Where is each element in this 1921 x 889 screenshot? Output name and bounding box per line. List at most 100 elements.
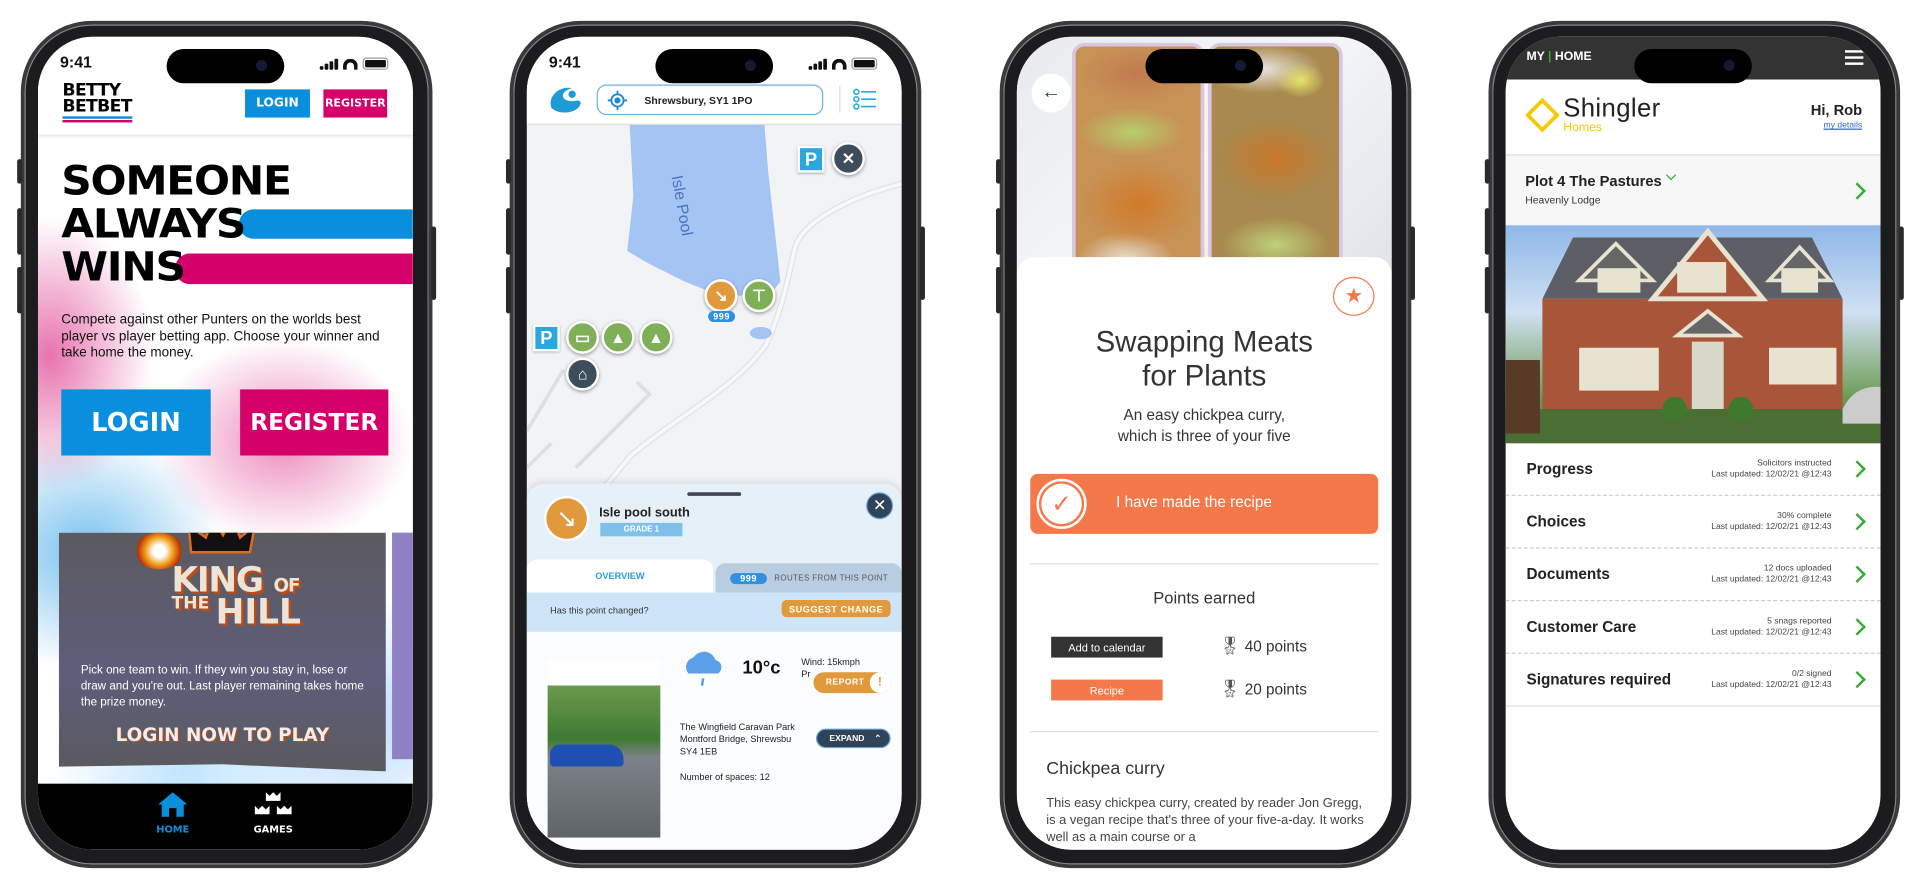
car-in-photo [550, 744, 624, 767]
map-view[interactable]: Isle Pool P ✕ ↘ 999 ⊤ P ▭ ▲ ▲ ⌂ [526, 124, 902, 493]
row-updated: Last updated: 12/02/21 @12:43 [1711, 522, 1832, 532]
nav-games[interactable]: GAMES [249, 791, 298, 835]
chevron-right-icon[interactable] [1848, 670, 1866, 689]
suggest-change-button[interactable]: SUGGEST CHANGE [781, 600, 891, 618]
made-recipe-button[interactable]: ✓ I have made the recipe [1030, 473, 1379, 534]
alert-icon: ! [869, 672, 891, 694]
points-value: 20 points [1244, 680, 1307, 698]
parking-marker[interactable]: P [532, 324, 560, 352]
home-icon [158, 792, 188, 817]
header-login-button[interactable]: LOGIN [245, 89, 310, 118]
game-title-the: THE [171, 593, 210, 614]
chevron-down-icon[interactable] [1665, 169, 1677, 181]
chevron-right-icon[interactable] [1848, 618, 1866, 636]
row-documents[interactable]: Documents 12 docs uploaded Last updated: 1… [1505, 549, 1881, 602]
launch-point-marker[interactable]: ↘ [704, 279, 738, 313]
changing-room-marker[interactable]: ⌂ [565, 357, 600, 391]
title-line: Swapping Meats [1095, 325, 1313, 359]
row-updated: Last updated: 12/02/21 @12:43 [1711, 575, 1832, 585]
number-of-spaces: Number of spaces: 12 [679, 771, 770, 783]
recipe-subtitle: An easy chickpea curry, which is three of… [1017, 405, 1392, 447]
brand-sub: Homes [1563, 121, 1603, 135]
report-label: REPORT [825, 678, 865, 687]
expand-button[interactable]: EXPAND ⌃ [815, 728, 891, 749]
headline: SOMEONE ALWAYS WINS [61, 159, 292, 291]
location-text: Shrewsbury, SY1 1PO [644, 93, 753, 106]
row-status-text: 12 docs uploaded [1763, 564, 1832, 574]
caravan-marker[interactable]: ▭ [565, 320, 600, 354]
hamburger-menu-icon[interactable] [1845, 50, 1864, 65]
login-button[interactable]: LOGIN [61, 389, 211, 456]
back-arrow-icon[interactable]: ← [1031, 73, 1071, 113]
restaurant-marker[interactable]: ✕ [831, 142, 865, 176]
row-customer-care[interactable]: Customer Care 5 snags reported Last update… [1505, 601, 1881, 654]
signal-icon [808, 58, 827, 70]
row-choices[interactable]: Choices 30% complete Last updated: 12/02/2… [1505, 496, 1881, 549]
row-updated: Last updated: 12/02/21 @12:43 [1711, 470, 1832, 479]
grade-badge: GRADE 1 [600, 522, 683, 537]
chevron-right-icon[interactable] [1848, 460, 1866, 478]
row-status-text: 0/2 signed [1791, 669, 1832, 679]
recipe-description: This easy chickpea curry, created by rea… [1046, 795, 1364, 845]
tab-routes[interactable]: 999 ROUTES FROM THIS POINT [715, 563, 902, 593]
address-line: Montford Bridge, Shrewsbu [679, 733, 792, 745]
status-icons [319, 57, 389, 70]
plot-selector[interactable]: Plot 4 The Pastures Heavenly Lodge [1505, 155, 1881, 226]
register-button[interactable]: REGISTER [240, 389, 389, 456]
game-description: Pick one team to win. If they win you st… [80, 663, 364, 709]
add-to-calendar-tag[interactable]: Add to calendar [1051, 636, 1163, 658]
brand-name: Shingler [1563, 94, 1661, 123]
row-updated: Last updated: 12/02/21 @12:43 [1711, 628, 1832, 637]
app-logo-wave-icon [550, 87, 581, 113]
favourite-star-icon[interactable]: ★ [1332, 276, 1375, 316]
nav-home[interactable]: HOME [154, 791, 191, 835]
headline-line: WINS [61, 242, 186, 291]
chevron-right-icon[interactable] [1848, 182, 1866, 200]
expand-label: EXPAND [829, 734, 865, 743]
row-signatures[interactable]: Signatures required 0/2 signed Last update… [1505, 654, 1881, 707]
headline-line: ALWAYS [61, 199, 246, 248]
row-status-text: 30% complete [1777, 511, 1832, 521]
wifi-icon [831, 58, 847, 70]
close-icon[interactable]: ✕ [866, 492, 894, 520]
sheet-drag-handle[interactable] [687, 492, 742, 496]
recipe-tag[interactable]: Recipe [1051, 679, 1163, 701]
points-value: 40 points [1244, 637, 1307, 656]
chevron-right-icon[interactable] [1848, 512, 1866, 531]
tab-overview[interactable]: OVERVIEW [526, 559, 714, 593]
brand-header: Shingler Homes Hi, Rob my details [1505, 79, 1881, 156]
launch-point-icon: ↘ [543, 495, 590, 542]
report-button[interactable]: REPORT! [813, 672, 891, 694]
row-status: 5 snags reported Last updated: 12/02/21 @… [1711, 616, 1831, 638]
locate-icon [607, 90, 628, 110]
next-card-peek[interactable] [392, 532, 413, 760]
title-line: for Plants [1142, 360, 1267, 394]
status-icons [808, 57, 878, 70]
header-register-button[interactable]: REGISTER [323, 89, 388, 118]
water-tap-marker[interactable]: ⊤ [742, 279, 776, 313]
divider [1030, 731, 1379, 733]
nav-games-label: GAMES [253, 824, 293, 836]
logo-home: HOME [1554, 50, 1592, 64]
login-now-to-play-link[interactable]: LOGIN NOW TO PLAY [59, 724, 386, 746]
parking-marker[interactable]: P [797, 145, 825, 173]
award-icon: 🎖︎ [1218, 635, 1241, 656]
wind-speed: Wind: 15kmph [801, 656, 860, 668]
row-status: Solicitors instructed Last updated: 12/02… [1711, 458, 1831, 480]
status-time: 9:41 [548, 52, 581, 72]
temperature: 10°c [742, 657, 781, 679]
header: BETTY BETBET LOGIN REGISTER [37, 78, 413, 135]
location-search-input[interactable]: Shrewsbury, SY1 1PO [596, 84, 824, 116]
campsite-marker[interactable]: ▲ [601, 320, 635, 354]
row-progress[interactable]: Progress Solicitors instructed Last update… [1505, 443, 1881, 496]
dynamic-island [1145, 48, 1264, 84]
my-details-link[interactable]: my details [1824, 121, 1863, 130]
intro-text: Compete against other Punters on the wor… [61, 312, 380, 361]
list-menu-icon[interactable] [853, 88, 878, 110]
king-of-the-hill-card[interactable]: KING OF THE HILL Pick one team to win. I… [58, 532, 386, 772]
logo-my: MY [1526, 50, 1545, 64]
waterside-camp-marker[interactable]: ▲ [639, 320, 673, 354]
chevron-right-icon[interactable] [1848, 565, 1866, 583]
point-title: Isle pool south [599, 505, 690, 521]
marker-route-badge: 999 [708, 311, 736, 323]
